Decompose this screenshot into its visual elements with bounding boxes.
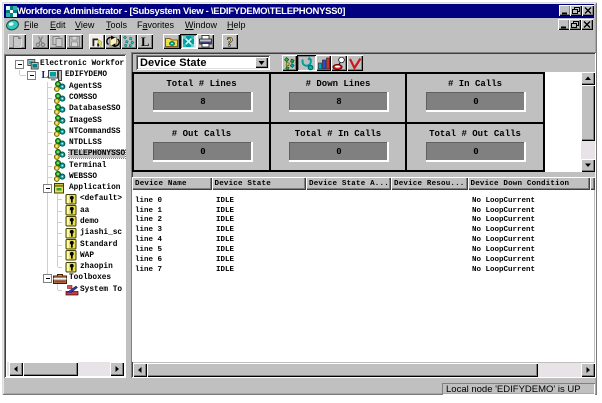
svg-text:?: ? — [227, 35, 234, 50]
svg-text:L: L — [141, 35, 149, 49]
